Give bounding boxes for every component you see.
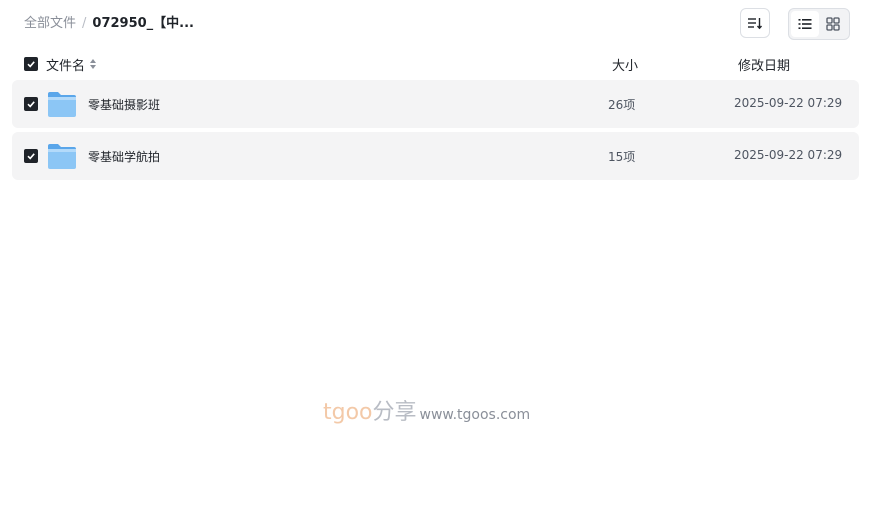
list-view-icon [798, 19, 812, 29]
table-row[interactable]: 零基础摄影班 26项 2025-09-22 07:29 [12, 80, 859, 128]
file-date: 2025-09-22 07:29 [734, 148, 843, 162]
row-checkbox[interactable] [24, 97, 38, 111]
sort-button[interactable] [740, 8, 770, 38]
file-name[interactable]: 零基础学航拍 [88, 148, 160, 165]
file-size: 26项 [608, 98, 636, 112]
breadcrumb-separator: / [82, 16, 87, 31]
watermark: tgoo分享 www.tgoos.com [323, 394, 530, 426]
folder-icon [48, 144, 76, 169]
grid-view-button[interactable] [819, 11, 847, 37]
file-size: 15项 [608, 150, 636, 164]
breadcrumb-current-folder: 072950_【中... [92, 16, 194, 31]
sort-icon [748, 18, 763, 30]
row-checkbox[interactable] [24, 149, 38, 163]
column-header-name[interactable]: 文件名 [46, 55, 85, 74]
file-date: 2025-09-22 07:29 [734, 96, 843, 110]
file-list-header: 文件名 大小 修改日期 [0, 52, 874, 76]
grid-view-icon [826, 17, 840, 31]
table-row[interactable]: 零基础学航拍 15项 2025-09-22 07:29 [12, 132, 859, 180]
sort-updown-icon[interactable] [89, 58, 97, 70]
watermark-brand-cn: 分享 [372, 400, 417, 425]
checkmark-icon [27, 101, 35, 108]
top-bar: 全部文件 / 072950_【中... [0, 0, 874, 48]
checkmark-icon [27, 153, 35, 160]
file-name[interactable]: 零基础摄影班 [88, 96, 160, 113]
column-header-size: 大小 [612, 59, 639, 74]
checkmark-icon [27, 61, 35, 68]
watermark-url: www.tgoos.com [419, 407, 531, 423]
breadcrumb: 全部文件 / 072950_【中... [24, 15, 194, 33]
list-view-button[interactable] [791, 11, 819, 37]
folder-icon [48, 92, 76, 117]
breadcrumb-root-link[interactable]: 全部文件 [24, 16, 76, 31]
watermark-brand: tgoo分享 [323, 400, 417, 425]
view-mode-toggle [788, 8, 850, 40]
column-header-date: 修改日期 [738, 59, 791, 74]
select-all-checkbox[interactable] [24, 57, 38, 71]
watermark-brand-latin: tgoo [323, 400, 373, 425]
